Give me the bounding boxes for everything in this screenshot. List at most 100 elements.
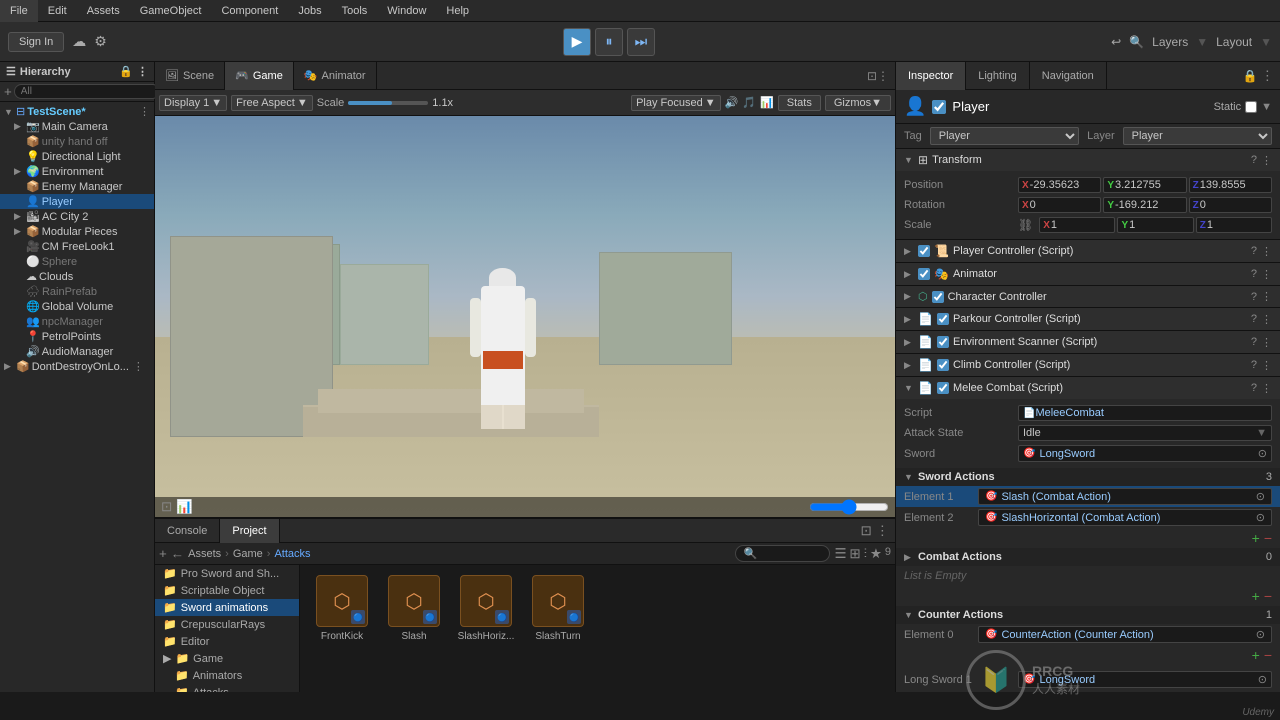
sidebar-animators[interactable]: 📁Animators xyxy=(155,667,299,684)
tab-scene[interactable]: 🖼 Scene xyxy=(155,62,225,90)
search-toolbar-icon[interactable]: 🔍 xyxy=(1129,35,1144,49)
sidebar-sword-anim[interactable]: 📁Sword animations xyxy=(155,599,299,616)
settings-icon[interactable]: ⚙ xyxy=(94,33,107,50)
collab-icon[interactable]: ↩ xyxy=(1111,35,1121,49)
game-aspect-select[interactable]: Free Aspect▼ xyxy=(231,95,313,111)
stats-button[interactable]: Stats xyxy=(778,95,821,111)
hierarchy-item[interactable]: ▶ 🎥 CM FreeLook1 xyxy=(0,239,154,254)
game-zoom-slider[interactable] xyxy=(809,499,889,515)
menu-file[interactable]: File xyxy=(0,0,38,22)
menu-help[interactable]: Help xyxy=(436,0,479,22)
static-checkbox[interactable] xyxy=(1245,101,1257,113)
hierarchy-menu[interactable]: ⋮ xyxy=(137,65,148,78)
anim-help[interactable]: ? xyxy=(1251,268,1257,281)
combat-actions-header[interactable]: ▶ Combat Actions 0 xyxy=(896,548,1280,566)
game-bottom-btn2[interactable]: 📊 xyxy=(176,499,193,515)
tab-project[interactable]: Project xyxy=(220,519,279,543)
climb-header[interactable]: ▶ 📄 Climb Controller (Script) ? ⋮ xyxy=(896,354,1280,376)
asset-slashturn[interactable]: ⬡ 🔵 SlashTurn xyxy=(526,575,590,642)
sword-actions-add[interactable]: + xyxy=(1252,530,1260,546)
counter-link[interactable]: ⊙ xyxy=(1256,628,1265,641)
hierarchy-item[interactable]: ▶ 📦 DontDestroyOnLo... ⋮ xyxy=(0,359,154,374)
tab-game[interactable]: 🎮 Game xyxy=(225,62,294,90)
transform-header[interactable]: ▼ ⊞ Transform ? ⋮ xyxy=(896,149,1280,171)
hierarchy-scene[interactable]: ▼ ⊟ TestScene* ⋮ xyxy=(0,104,154,119)
env-settings[interactable]: ⋮ xyxy=(1261,336,1272,349)
scale-link-icon[interactable]: ⛓ xyxy=(1018,218,1033,232)
layer-select[interactable]: Player xyxy=(1123,127,1272,145)
layout-dropdown[interactable]: Layout xyxy=(1216,35,1252,49)
menu-jobs[interactable]: Jobs xyxy=(288,0,331,22)
hierarchy-item[interactable]: ▶ 🔊 AudioManager xyxy=(0,344,154,359)
element2-link[interactable]: ⊙ xyxy=(1256,511,1265,524)
asset-search-input[interactable] xyxy=(761,548,821,560)
play-button[interactable]: ▶ xyxy=(563,28,591,56)
hierarchy-item[interactable]: ▶ 📷 Main Camera xyxy=(0,119,154,134)
scale-slider[interactable] xyxy=(348,101,428,105)
signin-button[interactable]: Sign In xyxy=(8,32,64,52)
climb-settings[interactable]: ⋮ xyxy=(1261,359,1272,372)
panel-max-btn[interactable]: ⊡ xyxy=(861,523,872,539)
path-assets[interactable]: Assets xyxy=(188,548,221,560)
gizmos-button[interactable]: Gizmos▼ xyxy=(825,95,891,111)
menu-tools[interactable]: Tools xyxy=(332,0,378,22)
hierarchy-item[interactable]: ▶ 📦 Modular Pieces xyxy=(0,224,154,239)
asset-favorite[interactable]: ★ xyxy=(870,546,882,562)
parkour-check[interactable] xyxy=(937,313,949,325)
hierarchy-search[interactable] xyxy=(14,84,160,99)
script-ref[interactable]: 📄 MeleeCombat xyxy=(1018,405,1272,421)
env-scanner-header[interactable]: ▶ 📄 Environment Scanner (Script) ? ⋮ xyxy=(896,331,1280,353)
climb-check[interactable] xyxy=(937,359,949,371)
animator-check[interactable] xyxy=(918,268,930,280)
hierarchy-item[interactable]: ▶ 🌍 Environment xyxy=(0,164,154,179)
melee-header[interactable]: ▼ 📄 Melee Combat (Script) ? ⋮ xyxy=(896,377,1280,399)
sword-actions-remove[interactable]: − xyxy=(1264,530,1272,546)
sidebar-scriptable[interactable]: 📁Scriptable Object xyxy=(155,582,299,599)
element1-link[interactable]: ⊙ xyxy=(1256,490,1265,503)
player-controller-check[interactable] xyxy=(918,245,930,257)
view-maximize-btn[interactable]: ⊡ xyxy=(867,69,877,83)
transform-help[interactable]: ? xyxy=(1251,154,1257,167)
melee-settings[interactable]: ⋮ xyxy=(1261,382,1272,395)
menu-component[interactable]: Component xyxy=(211,0,288,22)
pc-help[interactable]: ? xyxy=(1251,245,1257,258)
tab-animator[interactable]: 🎭 Animator xyxy=(294,62,377,90)
combat-actions-add[interactable]: + xyxy=(1252,588,1260,604)
counter-actions-remove[interactable]: − xyxy=(1264,647,1272,663)
inspector-lock[interactable]: 🔒 xyxy=(1243,69,1258,83)
sidebar-crepuscular[interactable]: 📁CrepuscularRays xyxy=(155,616,299,633)
sidebar-attacks[interactable]: 📁Attacks xyxy=(155,684,299,692)
transform-settings[interactable]: ⋮ xyxy=(1261,154,1272,167)
pause-button[interactable]: ⏸ xyxy=(595,28,623,56)
asset-frontkick[interactable]: ⬡ 🔵 FrontKick xyxy=(310,575,374,642)
hierarchy-item[interactable]: ▶ ⚪ Sphere xyxy=(0,254,154,269)
hierarchy-item[interactable]: ▶ 💡 Directional Light xyxy=(0,149,154,164)
tab-lighting[interactable]: Lighting xyxy=(966,62,1030,90)
layers-dropdown[interactable]: Layers xyxy=(1152,35,1188,49)
game-bottom-btn1[interactable]: ⊡ xyxy=(161,499,172,515)
path-attacks[interactable]: Attacks xyxy=(274,548,310,560)
cc-header[interactable]: ▶ ⬡ Character Controller ? ⋮ xyxy=(896,286,1280,307)
cc-help[interactable]: ? xyxy=(1251,290,1257,303)
tab-console[interactable]: Console xyxy=(155,519,220,543)
tag-select[interactable]: Player xyxy=(930,127,1079,145)
inspector-menu[interactable]: ⋮ xyxy=(1261,68,1274,84)
attack-state-value[interactable]: Idle ▼ xyxy=(1018,425,1272,441)
sidebar-editor[interactable]: 📁Editor xyxy=(155,633,299,650)
melee-check[interactable] xyxy=(937,382,949,394)
tab-navigation[interactable]: Navigation xyxy=(1030,62,1107,90)
anim-settings[interactable]: ⋮ xyxy=(1261,268,1272,281)
path-game[interactable]: Game xyxy=(233,548,263,560)
pc-settings[interactable]: ⋮ xyxy=(1261,245,1272,258)
asset-slashhoriz[interactable]: ⬡ 🔵 SlashHoriz... xyxy=(454,575,518,642)
climb-help[interactable]: ? xyxy=(1251,359,1257,372)
counter-actions-header[interactable]: ▼ Counter Actions 1 xyxy=(896,606,1280,624)
hierarchy-item[interactable]: ▶ 🌐 Global Volume xyxy=(0,299,154,314)
env-help[interactable]: ? xyxy=(1251,336,1257,349)
hierarchy-lock[interactable]: 🔒 xyxy=(119,65,133,78)
tab-inspector[interactable]: Inspector xyxy=(896,62,966,90)
hierarchy-item[interactable]: ▶ 📍 PetrolPoints xyxy=(0,329,154,344)
menu-assets[interactable]: Assets xyxy=(77,0,130,22)
melee-help[interactable]: ? xyxy=(1251,382,1257,395)
sword-link-btn[interactable]: ⊙ xyxy=(1258,447,1267,460)
